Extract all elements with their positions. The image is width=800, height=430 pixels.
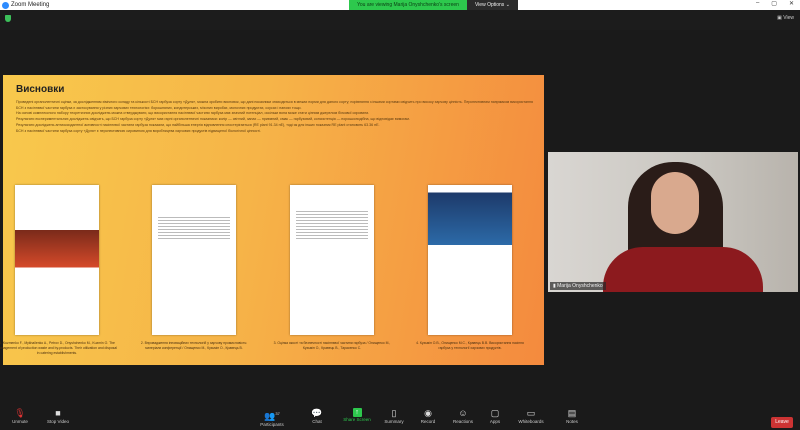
reference-caption: 2. Впровадження інноваційних технологій … bbox=[140, 341, 248, 350]
apps-icon: ▢ bbox=[490, 408, 500, 418]
participant-name-label: ▮ Marija Onyshchenko bbox=[550, 282, 606, 290]
view-label: View bbox=[783, 15, 794, 21]
notes-button[interactable]: ▤ Notes bbox=[552, 408, 592, 424]
share-screen-label: Share Screen bbox=[343, 417, 371, 422]
stop-video-button[interactable]: ■ Stop Video bbox=[38, 408, 78, 424]
document-image-2 bbox=[152, 185, 236, 335]
document-image-1 bbox=[15, 185, 99, 335]
screen-share-banner: You are viewing Marija Onyshchenko's scr… bbox=[349, 0, 518, 10]
share-screen-button[interactable]: ↑ Share Screen bbox=[337, 408, 377, 422]
unmute-label: Unmute bbox=[12, 419, 28, 424]
participants-button[interactable]: 👥37 Participants bbox=[252, 408, 292, 427]
participant-body bbox=[603, 247, 763, 292]
chat-button[interactable]: 💬 Chat bbox=[297, 408, 337, 424]
paragraph: БСН з насіннєвої частини гарбуза сорту «… bbox=[16, 128, 261, 133]
unmute-button[interactable]: 🎙 Unmute bbox=[0, 408, 40, 424]
zoom-logo-icon bbox=[2, 1, 9, 9]
apps-label: Apps bbox=[489, 419, 501, 424]
muted-mic-icon: 🎙 bbox=[14, 408, 26, 418]
participants-count: 37 bbox=[275, 411, 280, 416]
chat-label: Chat bbox=[312, 419, 322, 424]
participants-icon: 👥37 bbox=[264, 411, 280, 421]
record-icon: ◉ bbox=[424, 408, 432, 418]
window-controls: – ▢ ✕ bbox=[756, 0, 794, 7]
whiteboards-label: Whiteboards bbox=[518, 419, 544, 424]
summary-icon: ▯ bbox=[391, 408, 397, 418]
security-shield-icon[interactable] bbox=[5, 15, 11, 22]
viewing-label: You are viewing Marija Onyshchenko's scr… bbox=[349, 0, 467, 10]
slide-title: Висновки bbox=[16, 84, 65, 95]
record-button[interactable]: ◉ Record bbox=[408, 408, 448, 424]
window-title: Zoom Meeting bbox=[11, 2, 50, 8]
notes-icon: ▤ bbox=[567, 408, 577, 418]
paragraph: Проведені органолептичні оцінки, за досл… bbox=[16, 100, 533, 110]
reactions-icon: ☺ bbox=[458, 408, 468, 418]
minimize-button[interactable]: – bbox=[756, 0, 759, 7]
slide-text: Проведені органолептичні оцінки, за досл… bbox=[16, 100, 536, 134]
record-label: Record bbox=[420, 419, 436, 424]
view-button[interactable]: ▣ View bbox=[777, 15, 794, 21]
maximize-button[interactable]: ▢ bbox=[771, 0, 777, 7]
meeting-topbar: ▣ View bbox=[0, 10, 800, 30]
close-button[interactable]: ✕ bbox=[789, 0, 794, 7]
participant-face bbox=[651, 172, 699, 234]
reactions-label: Reactions bbox=[452, 419, 473, 424]
participants-label: Participants bbox=[260, 422, 284, 427]
shared-slide: Висновки Проведені органолептичні оцінки… bbox=[0, 75, 544, 365]
stop-video-label: Stop Video bbox=[47, 419, 69, 424]
participant-video-tile[interactable]: ▮ Marija Onyshchenko bbox=[548, 152, 798, 292]
share-screen-icon: ↑ bbox=[352, 408, 362, 417]
video-camera-icon: ■ bbox=[55, 408, 61, 418]
chat-icon: 💬 bbox=[311, 408, 323, 418]
meeting-toolbar: 🎙 Unmute ■ Stop Video 👥37 Participants 💬 Cha… bbox=[0, 405, 800, 430]
reference-caption: 1. Kuzmenko F., Mykhailenko A., Petrov D… bbox=[0, 341, 117, 355]
whiteboards-button[interactable]: ▭ Whiteboards bbox=[511, 408, 551, 424]
leave-button[interactable]: Leave bbox=[771, 417, 793, 428]
summary-label: Summary bbox=[384, 419, 404, 424]
reference-caption: 3. Оцінка якості та безпечності насіннєв… bbox=[273, 341, 391, 350]
view-options-button[interactable]: View Options ⌄ bbox=[466, 0, 518, 10]
document-image-3 bbox=[290, 185, 374, 335]
whiteboard-icon: ▭ bbox=[526, 408, 536, 418]
apps-button[interactable]: ▢ Apps bbox=[475, 408, 515, 424]
reference-caption: 4. Кузьмін О.В., Онищенко М.С., Кравець … bbox=[416, 341, 524, 350]
participant-name: Marija Onyshchenko bbox=[557, 283, 603, 289]
document-image-4 bbox=[428, 185, 512, 335]
notes-label: Notes bbox=[566, 419, 578, 424]
